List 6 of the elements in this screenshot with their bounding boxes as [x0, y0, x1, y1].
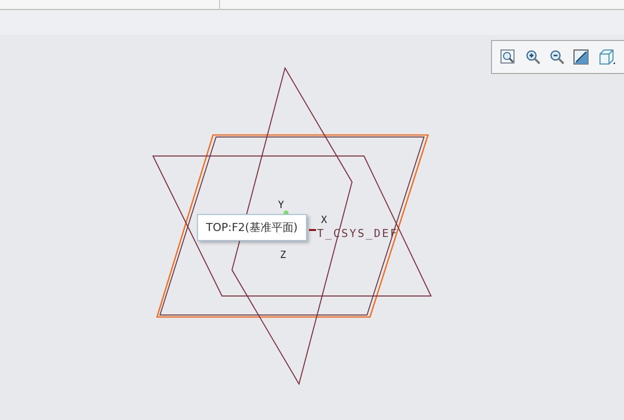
axis-label: X — [321, 215, 328, 226]
axis-tick — [309, 229, 316, 231]
axis-label: Y — [278, 200, 284, 211]
axis-label: Z — [280, 250, 286, 261]
tooltip: TOP:F2(基准平面) — [197, 214, 307, 241]
repaint-icon[interactable] — [571, 47, 592, 67]
